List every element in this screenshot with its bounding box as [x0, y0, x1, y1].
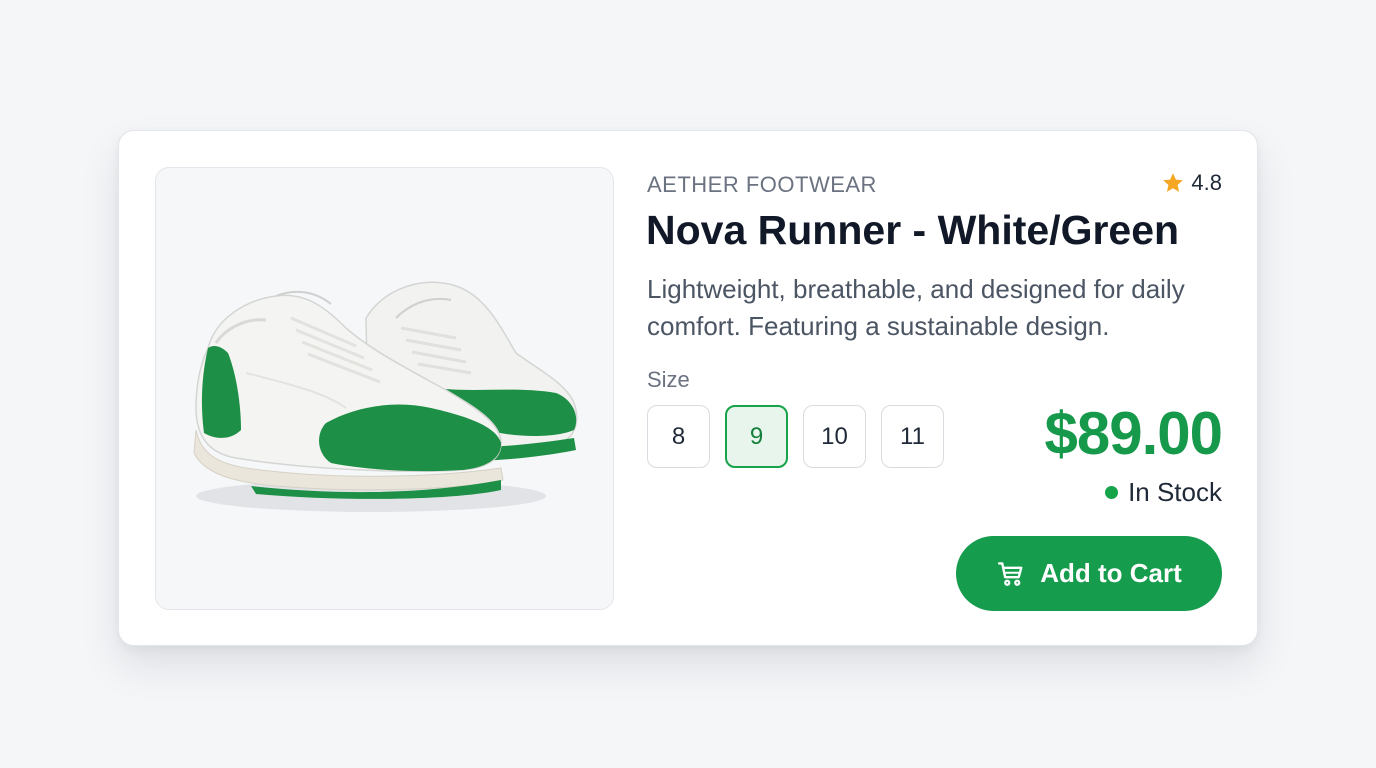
sneaker-illustration	[193, 281, 578, 512]
stock-status-label: In Stock	[1128, 477, 1222, 507]
add-to-cart-label: Add to Cart	[1040, 558, 1182, 588]
size-option-10[interactable]: 10	[803, 405, 866, 468]
status-dot-icon	[1105, 486, 1119, 499]
size-option-9[interactable]: 9	[725, 405, 788, 468]
size-option-8[interactable]: 8	[647, 405, 710, 468]
product-price: $89.00	[1044, 400, 1223, 467]
stock-status: In Stock	[1105, 477, 1222, 508]
shopping-cart-icon	[998, 561, 1023, 586]
brand-name: AETHER FOOTWEAR	[647, 172, 877, 197]
size-selector: 8 9 10 11	[647, 405, 944, 468]
size-label: Size	[647, 367, 690, 392]
product-description: Lightweight, breathable, and designed fo…	[647, 274, 1185, 341]
product-title: Nova Runner - White/Green	[646, 207, 1180, 253]
product-image	[155, 167, 614, 610]
rating-value: 4.8	[1191, 170, 1222, 195]
star-icon	[1163, 173, 1184, 192]
product-rating: 4.8	[1161, 170, 1222, 196]
add-to-cart-button[interactable]: Add to Cart	[956, 536, 1222, 611]
product-card: AETHER FOOTWEAR 4.8 Nova Runner - White/…	[118, 130, 1258, 646]
size-option-11[interactable]: 11	[881, 405, 944, 468]
